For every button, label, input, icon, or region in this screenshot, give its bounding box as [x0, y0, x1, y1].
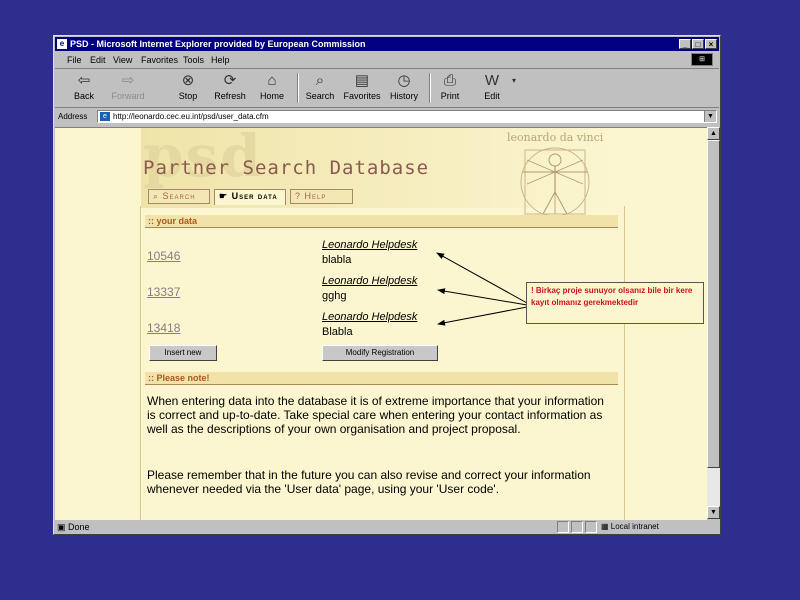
annotation-callout: ! Birkaç proje sunuyor olsanız bile bir … — [526, 282, 704, 324]
annotation-arrow — [436, 252, 528, 304]
annotation-arrow — [437, 306, 528, 326]
annotation-arrow — [437, 288, 528, 306]
